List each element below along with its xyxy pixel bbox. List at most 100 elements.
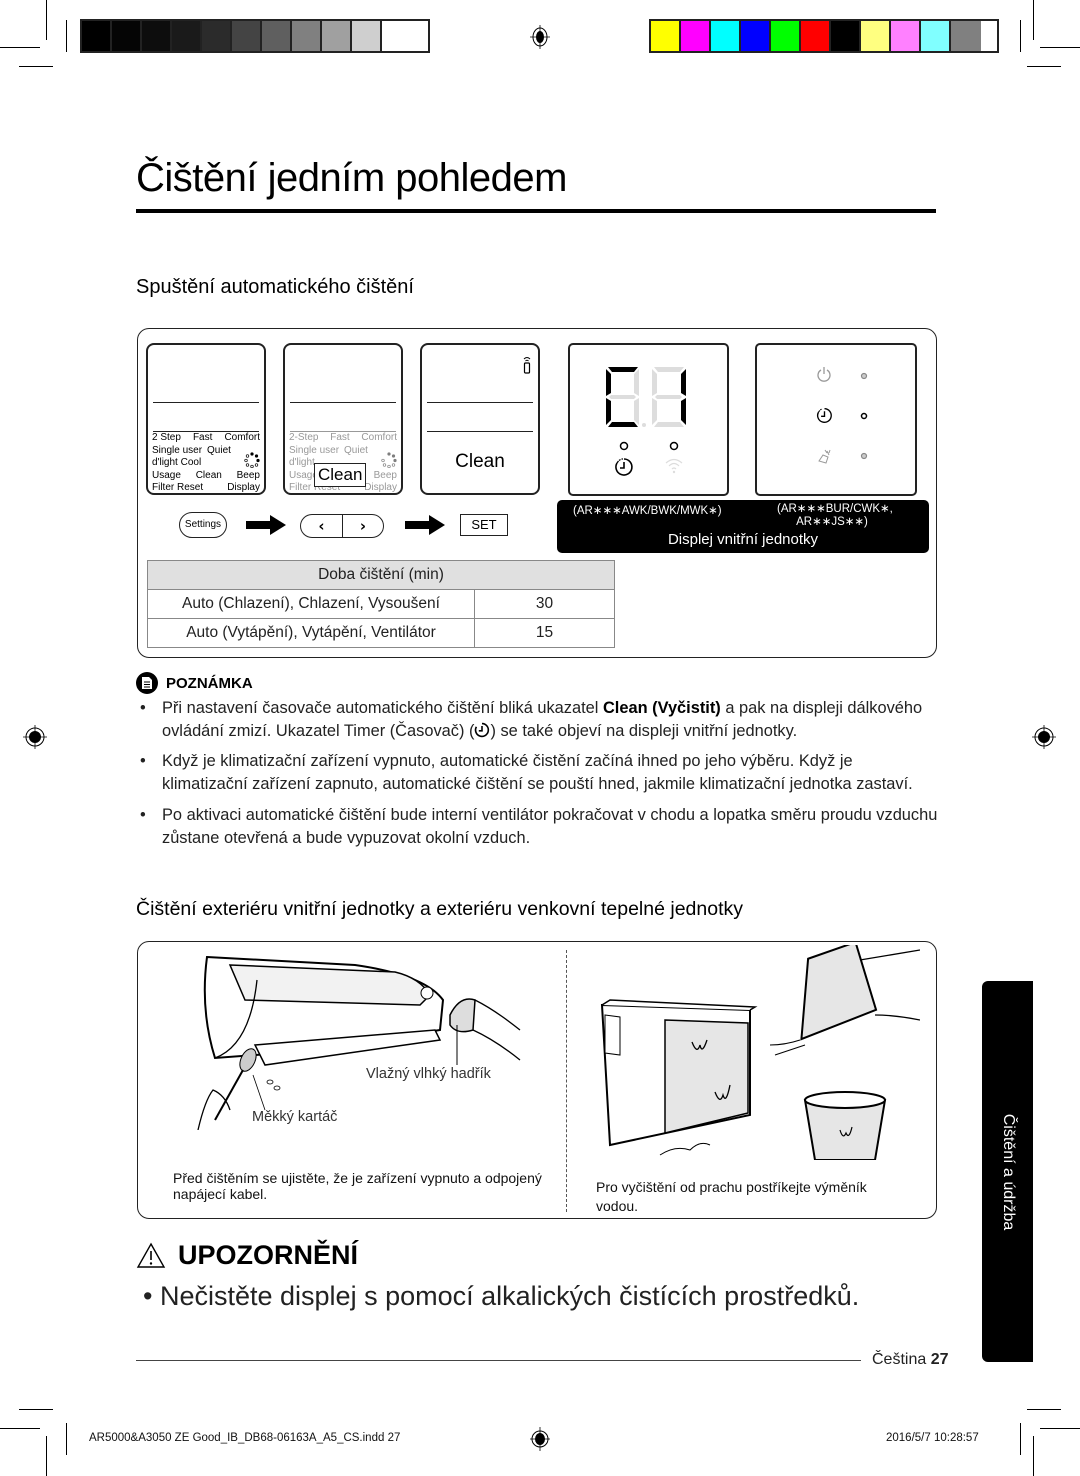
crop-mark (0, 1428, 40, 1429)
divider (153, 402, 259, 403)
crop-mark (1040, 47, 1080, 48)
warning-label: UPOZORNĚNÍ (178, 1240, 359, 1270)
remote-option: Fast (330, 432, 350, 443)
clean-option-highlight: Clean (314, 463, 367, 487)
color-swatch (921, 21, 951, 51)
note-list: Při nastavení časovače automatického čiš… (140, 697, 940, 857)
left-button[interactable]: ‹ (300, 514, 342, 538)
color-swatch (262, 21, 292, 51)
warning-message: Nečistěte displej s pomocí alkalických č… (159, 1281, 860, 1311)
remote-option: Fast (192, 432, 213, 443)
remote-option: Comfort (361, 432, 397, 443)
crop-mark (19, 66, 53, 67)
right-button[interactable]: › (342, 514, 384, 538)
crop-mark (1027, 1409, 1061, 1410)
remote-option: Display (227, 482, 260, 493)
indoor-unit-cleaning-illustration (197, 955, 521, 1130)
crop-mark (1033, 1436, 1034, 1476)
color-swatch (891, 21, 921, 51)
crop-mark (0, 47, 40, 48)
color-swatch (82, 21, 112, 51)
registration-mark-icon (530, 25, 550, 49)
title-underline (136, 209, 936, 213)
loading-dots-icon (244, 452, 260, 468)
set-button[interactable]: SET (460, 514, 508, 536)
indoor-display-icons (755, 343, 917, 496)
note-text: ) se také objeví na displeji vnitřní jed… (490, 721, 798, 740)
color-swatch (711, 21, 741, 51)
remote-option: d'light (289, 457, 315, 468)
indoor-display-caption-bar: (AR∗∗∗AWK/BWK/MWK∗) (AR∗∗∗BUR/CWK∗, AR∗∗… (557, 500, 929, 553)
clean-term: Clean (Vyčistit) (602, 699, 721, 717)
led-dot-icon (860, 452, 868, 460)
remote-option: 2-Step (289, 432, 319, 443)
power-icon (817, 367, 831, 382)
list-item: Při nastavení časovače automatického čiš… (140, 697, 940, 742)
remote-option: Quiet (207, 444, 231, 456)
color-swatch (382, 21, 412, 51)
model-group-2-line1: (AR∗∗∗BUR/CWK∗, (777, 503, 893, 515)
registration-mark-icon (1032, 725, 1056, 749)
remote-option-row: Usage Clean Beep (152, 470, 260, 483)
damp-cloth-label: Vlažný vlhký hadřík (366, 1066, 491, 1082)
footer-rule (136, 1360, 861, 1361)
remote-option: Single user (152, 444, 203, 456)
model-group-2-line2: AR∗∗JS∗∗) (796, 516, 868, 528)
note-text: Při nastavení časovače automatického čiš… (162, 699, 603, 717)
loading-dots-icon (381, 452, 397, 468)
registration-mark-icon (530, 1427, 550, 1451)
color-swatch (741, 21, 771, 51)
crop-mark (1033, 0, 1034, 40)
page-footer: Čeština 27 (872, 1351, 949, 1369)
color-swatch (352, 21, 382, 51)
outdoor-unit-cleaning-illustration (600, 945, 920, 1160)
color-swatch (232, 21, 262, 51)
page-number: 27 (930, 1351, 949, 1368)
settings-button[interactable]: Settings (179, 512, 227, 538)
note-icon (136, 672, 158, 694)
chapter-side-tab: Čištění a údržba (982, 981, 1033, 1362)
indoor-display-caption: Displej vnitřní jednotky (667, 531, 819, 548)
clean-indicator: Clean (455, 451, 505, 472)
remote-option: Beep (236, 469, 260, 481)
timer-icon (816, 408, 832, 423)
table-row: Auto (Chlazení), Chlazení, Vysoušení 30 (147, 589, 615, 619)
color-swatch (771, 21, 801, 51)
crop-mark (19, 1409, 53, 1410)
remote-option: Clean (195, 469, 222, 481)
color-swatch (322, 21, 352, 51)
color-swatch (861, 21, 891, 51)
remote-option: Quiet (344, 444, 368, 456)
remote-option: Filter Reset (152, 482, 204, 493)
crop-mark (46, 0, 47, 40)
list-item: Když je klimatizační zařízení vypnuto, a… (140, 750, 940, 795)
minutes-cell: 30 (474, 589, 615, 619)
color-swatch (801, 21, 831, 51)
color-swatch (651, 21, 681, 51)
grayscale-calibration-bar (80, 19, 430, 53)
model-group-2: (AR∗∗∗BUR/CWK∗, AR∗∗JS∗∗) (777, 503, 893, 529)
divider (427, 431, 533, 432)
timer-icon (615, 458, 633, 476)
led-indicator-icon (619, 441, 629, 451)
table-row: Auto (Vytápění), Vytápění, Ventilátor 15 (147, 618, 615, 648)
remote-option: Comfort (224, 432, 260, 443)
color-calibration-bar (649, 19, 999, 53)
table-header: Doba čištění (min) (147, 560, 615, 590)
remote-screen-select-clean: 2-Step Fast Comfort Single user Quiet d'light… (283, 343, 403, 495)
timer-icon (475, 722, 490, 737)
crop-mark (1040, 1428, 1080, 1429)
divider (290, 402, 396, 403)
led-indicator-icon (669, 441, 679, 451)
list-item: Po aktivaci automatické čištění bude int… (140, 804, 940, 849)
footer-language: Čeština (872, 1351, 927, 1368)
remote-option-row: 2-Step Fast Comfort (289, 432, 397, 445)
color-swatch (292, 21, 322, 51)
model-group-1: (AR∗∗∗AWK/BWK/MWK∗) (573, 505, 722, 517)
remote-option: 2 Step (152, 432, 181, 443)
file-slug: AR5000&A3050 ZE Good_IB_DB68-06163A_A5_C… (89, 1432, 401, 1444)
chapter-label: Čištění a údržba (999, 1113, 1017, 1230)
remote-option: Usage (152, 469, 181, 481)
remote-screen-clean-set: Clean (420, 343, 540, 495)
remote-option-row: Filter Reset Display (152, 482, 260, 495)
